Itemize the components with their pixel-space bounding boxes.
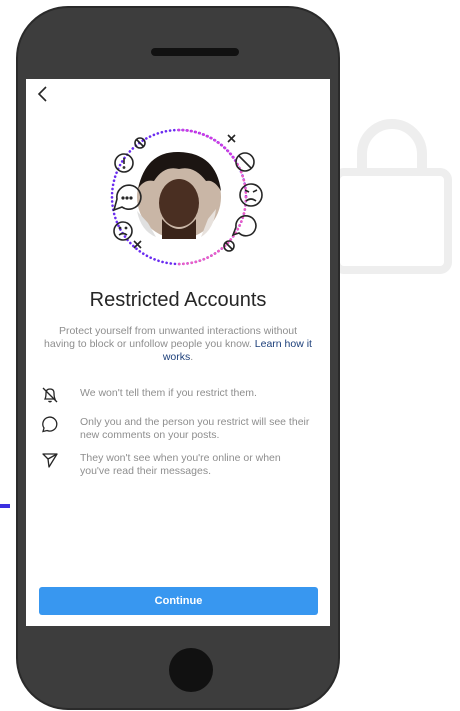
list-item: They won't see when you're online or whe… [40, 452, 320, 477]
feature-text: We won't tell them if you restrict them. [80, 387, 257, 399]
home-button[interactable] [169, 648, 213, 692]
comment-bubble-icon [42, 416, 58, 433]
feature-text: They won't see when you're online or whe… [80, 452, 281, 477]
avatar [137, 151, 221, 239]
restrict-illustration [110, 128, 263, 266]
blocked-icon [235, 152, 255, 172]
feature-text: Only you and the person you restrict wil… [80, 416, 310, 441]
angry-face-icon [239, 183, 263, 207]
lock-icon [332, 119, 452, 274]
continue-button[interactable]: Continue [39, 587, 318, 615]
page-description: Protect yourself from unwanted interacti… [44, 325, 312, 364]
bell-off-icon [42, 387, 58, 403]
decorative-dash [0, 504, 10, 508]
page-title: Restricted Accounts [89, 289, 267, 311]
feature-list: We won't tell them if you restrict them.… [40, 387, 320, 488]
back-chevron-icon[interactable] [32, 83, 54, 105]
phone-speaker [151, 48, 239, 56]
paper-plane-icon [42, 453, 58, 468]
list-item: We won't tell them if you restrict them. [40, 387, 320, 405]
screen: Restricted Accounts Protect yourself fro… [26, 79, 330, 626]
close-x-icon [133, 240, 142, 249]
description-period: . [190, 351, 194, 363]
list-item: Only you and the person you restrict wil… [40, 416, 320, 441]
close-x-icon [227, 134, 236, 143]
sad-face-icon [113, 221, 133, 241]
blocked-icon [134, 137, 146, 149]
ellipsis-bubble-icon [112, 184, 142, 212]
